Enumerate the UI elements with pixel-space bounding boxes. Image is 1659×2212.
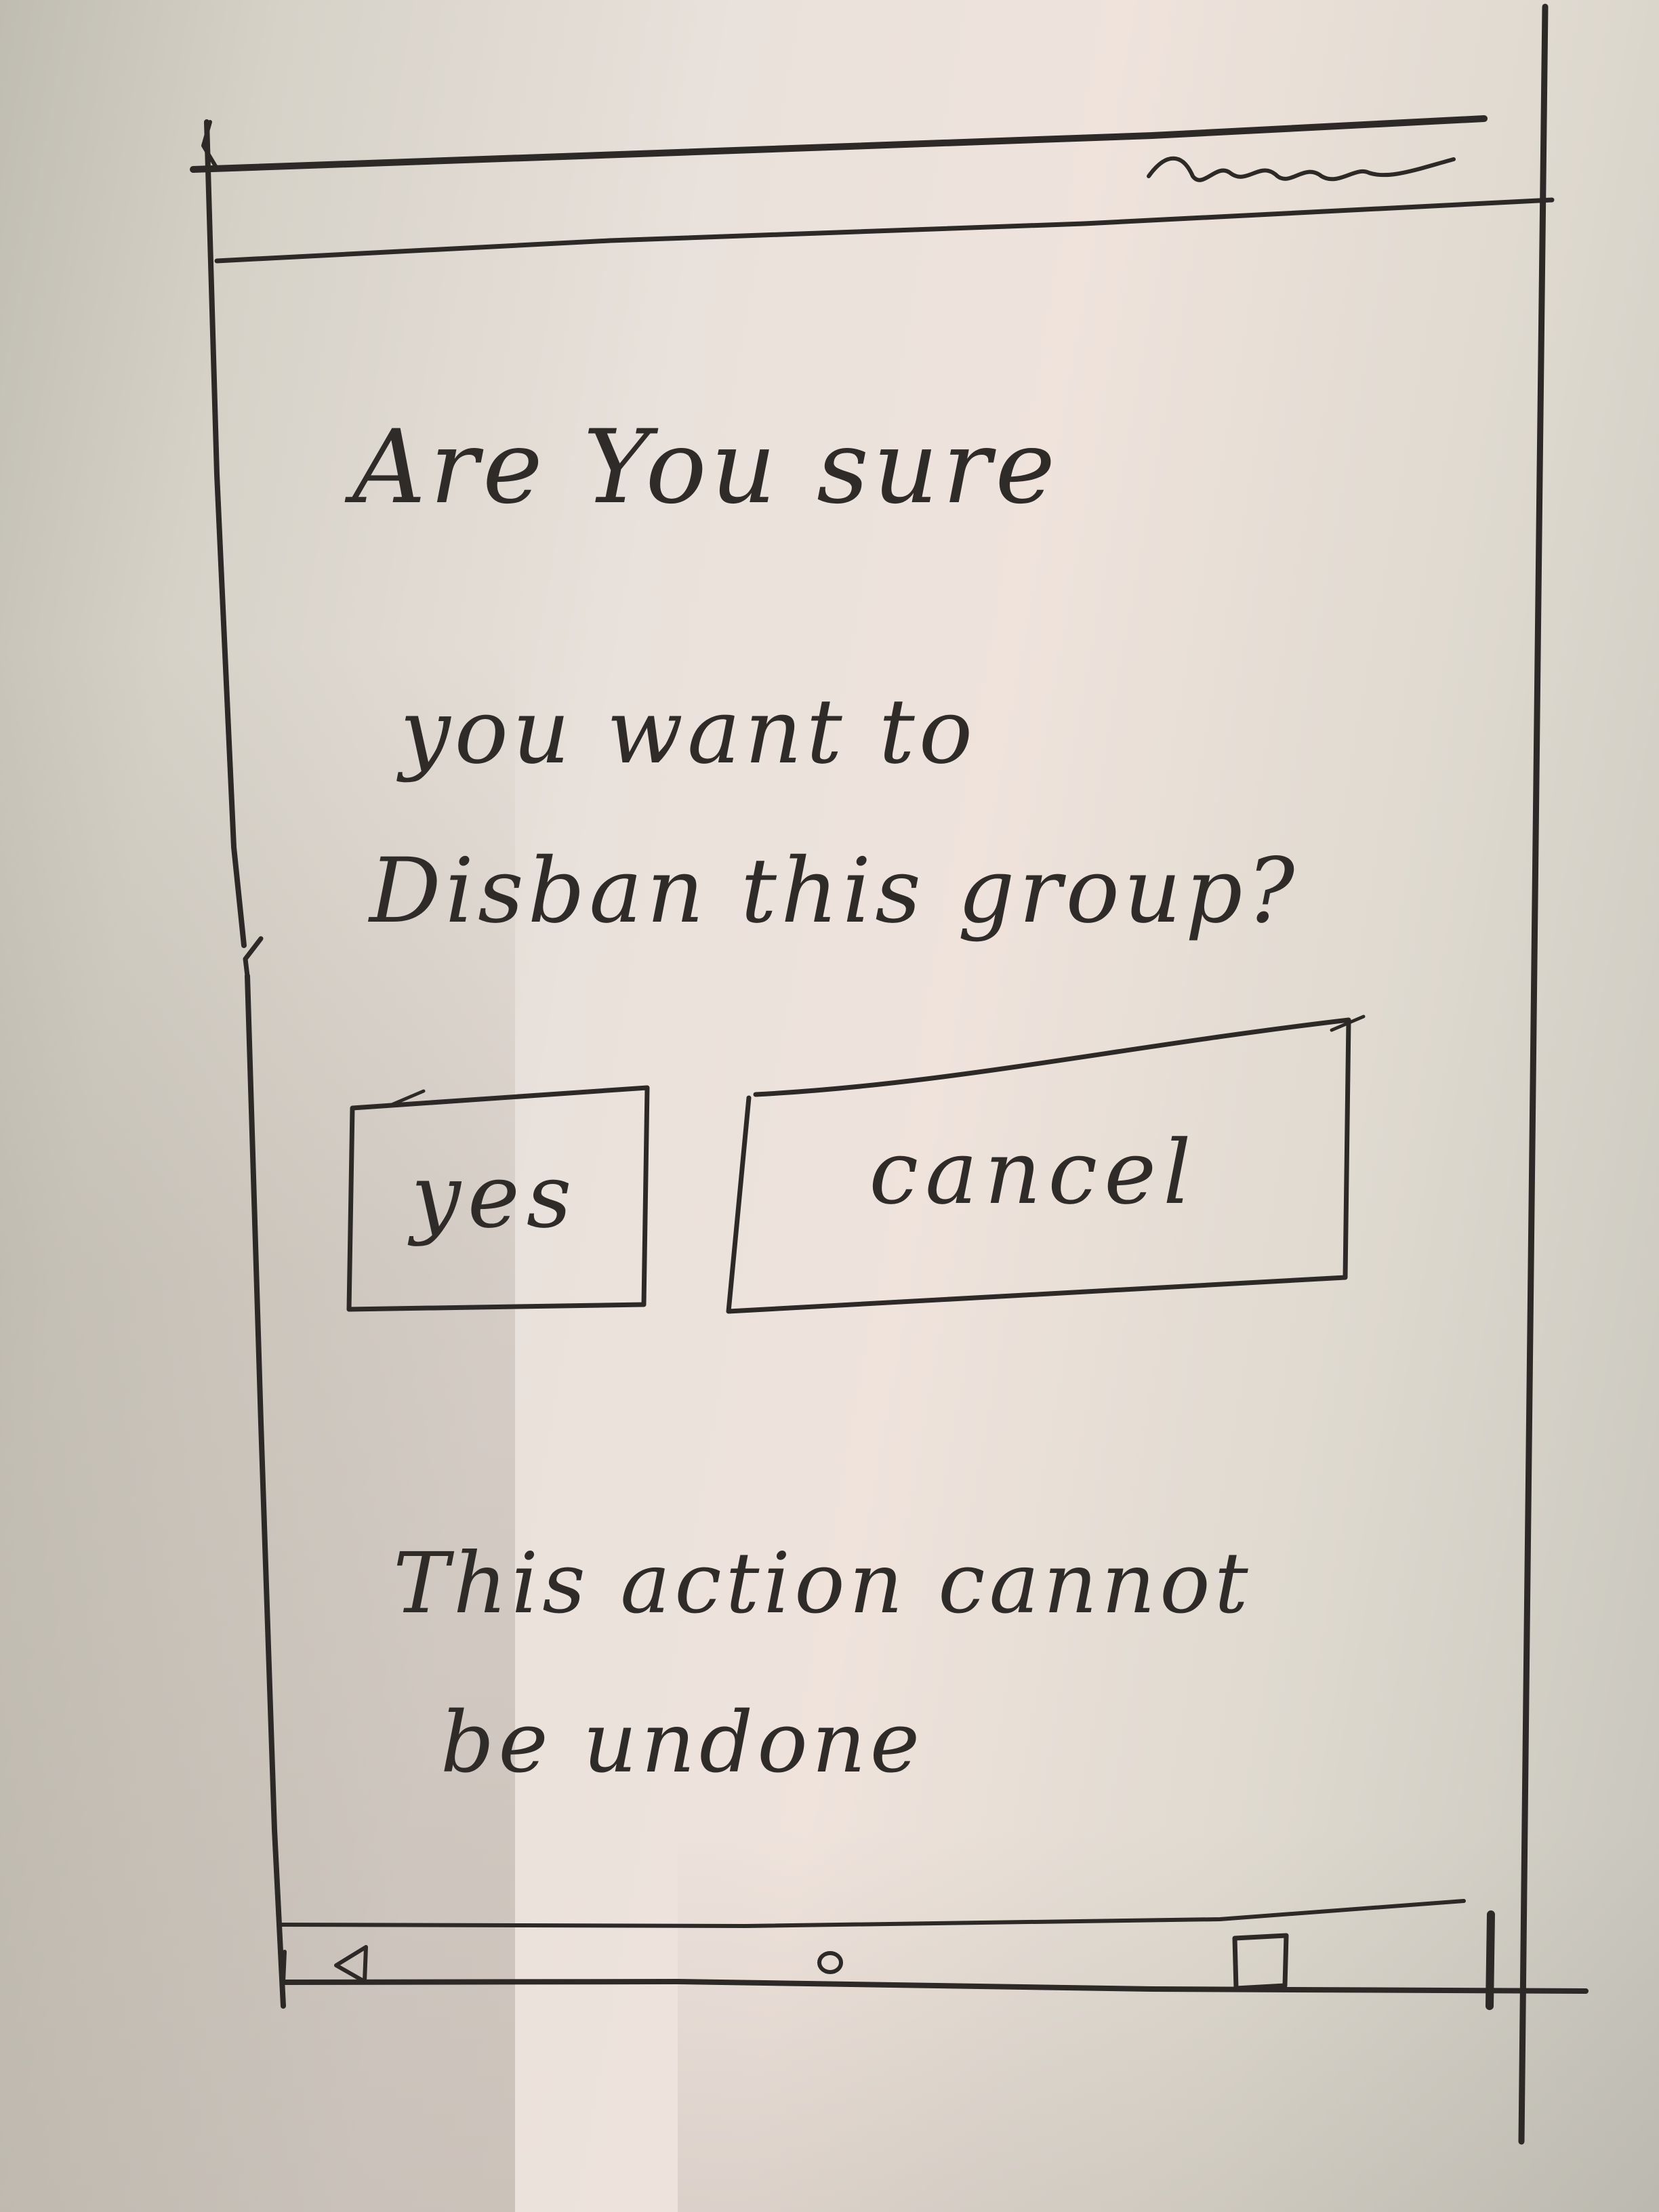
cancel-button[interactable]: cancel	[732, 1044, 1335, 1301]
phone-right-edge	[1518, 3, 1549, 2145]
status-squiggle-icon	[1147, 156, 1456, 182]
yes-button[interactable]: yes	[346, 1091, 644, 1301]
home-circle-icon	[817, 1951, 843, 1974]
status-bar-bottom-line	[214, 197, 1555, 264]
dialog-title-line-2: you want to	[400, 680, 977, 784]
nav-bar-left-edge	[281, 1950, 287, 1984]
warning-note-line-1: This action cannot	[393, 1535, 1252, 1633]
phone-left-notch	[243, 936, 264, 979]
nav-back-button[interactable]	[324, 1937, 378, 1991]
phone-left-edge-upper	[204, 119, 247, 948]
phone-left-edge-lower	[245, 973, 286, 2009]
recents-square-icon	[1232, 1933, 1289, 1991]
warning-note-line-2: be undone	[441, 1694, 924, 1792]
nav-recents-button[interactable]	[1220, 1925, 1301, 1999]
dialog-title-line-1: Are You sure	[352, 409, 1060, 527]
cancel-button-label: cancel	[869, 1121, 1198, 1224]
nav-bar-bottom-line	[281, 1979, 1589, 1994]
nav-bar-top-line	[277, 1899, 1466, 1928]
yes-button-label: yes	[411, 1145, 579, 1248]
nav-home-button[interactable]	[803, 1936, 857, 1990]
nav-bar-right-mark	[1486, 1910, 1495, 2010]
back-triangle-icon	[334, 1945, 368, 1984]
dialog-title-line-3: Disban this group?	[369, 839, 1299, 943]
